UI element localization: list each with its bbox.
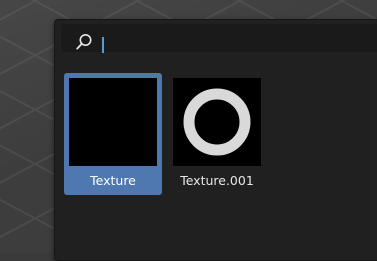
texture-item-label: Texture.001 — [180, 173, 254, 188]
ring-preview-graphic — [183, 88, 251, 156]
texture-item-texture-001[interactable]: Texture.001 — [168, 73, 266, 195]
texture-item-label: Texture — [90, 173, 136, 188]
search-icon — [76, 34, 92, 50]
texture-preview-ring — [173, 78, 261, 166]
texture-item-texture[interactable]: Texture — [64, 73, 162, 195]
texture-browser-popup: Texture Texture.001 — [54, 19, 377, 261]
text-cursor — [102, 37, 104, 53]
texture-preview-empty — [69, 78, 157, 166]
search-field[interactable] — [61, 24, 377, 53]
